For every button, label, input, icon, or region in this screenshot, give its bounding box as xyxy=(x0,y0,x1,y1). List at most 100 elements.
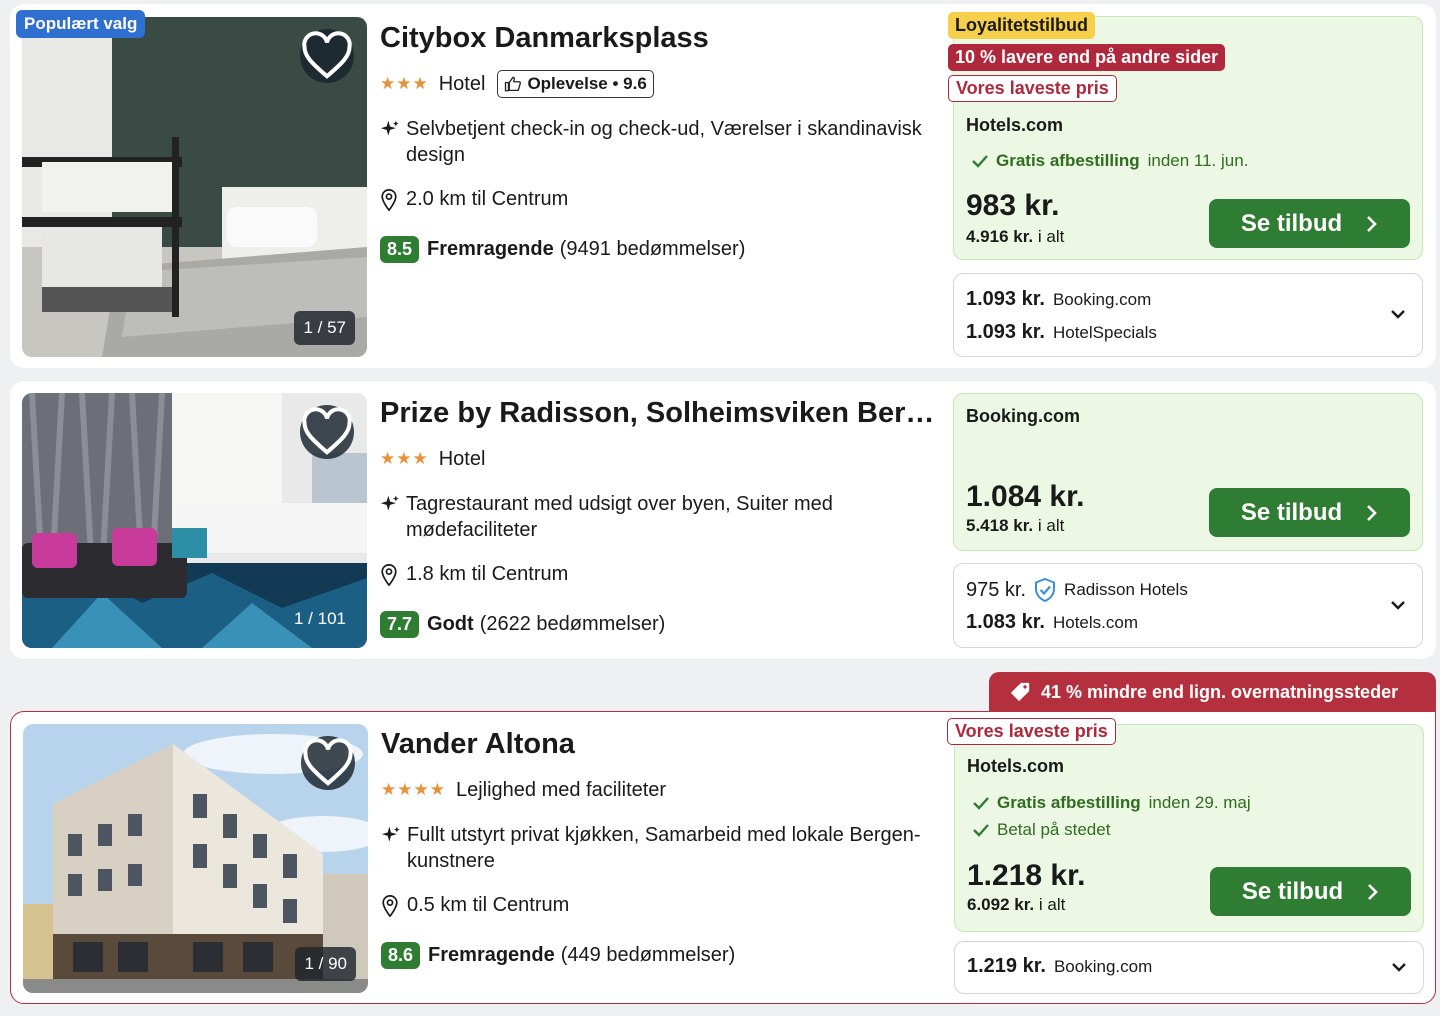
alt-offer-row[interactable]: 1.083 kr. Hotels.com xyxy=(966,611,1138,634)
hotel-photo[interactable]: 1 / 101 xyxy=(22,393,367,648)
offer-price: 983 kr. xyxy=(966,189,1060,222)
hotel-info: Prize by Radisson, Solheimsviken Bergen … xyxy=(380,395,940,638)
property-type: Lejlighed med faciliteter xyxy=(455,778,667,801)
chevron-right-icon xyxy=(1367,215,1378,232)
hotel-card[interactable]: 1 / 101 Prize by Radisson, Solheimsviken… xyxy=(10,381,1436,659)
check-detail-text: inden 11. jun. xyxy=(1147,151,1249,170)
alt-price: 1.093 kr. xyxy=(966,288,1045,310)
chevron-down-icon[interactable] xyxy=(1390,600,1406,610)
alt-offer-row[interactable]: 1.219 kr. Booking.com xyxy=(967,955,1152,978)
hotel-features: Tagrestaurant med udsigt over byen, Suit… xyxy=(406,493,833,541)
hotel-info: Vander Altona ★★★★ Lejlighed med facilit… xyxy=(381,726,941,969)
alt-price: 1.083 kr. xyxy=(966,611,1045,633)
distance-to-center: 2.0 km til Centrum xyxy=(406,188,569,210)
guest-rating[interactable]: 8.5 Fremragende (9491 bedømmelser) xyxy=(380,236,940,263)
check-icon xyxy=(972,155,988,168)
top-offer[interactable]: Hotels.com Gratis afbestilling inden 29.… xyxy=(954,724,1424,932)
top-offer[interactable]: Booking.com 1.084 kr. 5.418 kr. i alt Se… xyxy=(953,393,1423,551)
distance-to-center: 0.5 km til Centrum xyxy=(407,894,570,916)
see-offer-button[interactable]: Se tilbud xyxy=(1209,199,1410,248)
popular-badge: Populært valg xyxy=(16,10,146,38)
alt-offer-row[interactable]: 975 kr. Radisson Hotels xyxy=(966,578,1188,602)
favorite-button[interactable] xyxy=(300,405,354,459)
check-bold-text: Gratis afbestilling xyxy=(997,793,1141,812)
photo-counter: 1 / 101 xyxy=(294,609,346,628)
lowest-price-tag: Vores laveste pris xyxy=(948,75,1117,102)
star-rating: ★★★★ xyxy=(381,780,446,799)
chevron-down-icon[interactable] xyxy=(1390,309,1406,319)
chevron-right-icon xyxy=(1367,504,1378,521)
rating-word: Godt xyxy=(427,613,474,635)
experience-score: Oplevelse • 9.6 xyxy=(527,74,647,93)
pin-icon xyxy=(382,894,398,918)
sparkle-icon xyxy=(381,826,400,842)
see-offer-button[interactable]: Se tilbud xyxy=(1209,488,1410,537)
star-rating: ★★★ xyxy=(380,74,429,93)
price-tag-icon xyxy=(1010,682,1030,702)
rating-word: Fremragende xyxy=(428,944,555,966)
alternative-offers[interactable]: 1.093 kr. Booking.com 1.093 kr. HotelSpeci… xyxy=(953,273,1423,357)
guest-rating[interactable]: 8.6 Fremragende (449 bedømmelser) xyxy=(381,942,941,969)
sparkle-icon xyxy=(380,495,399,511)
loyalty-tag: Loyalitetstilbud xyxy=(948,12,1096,39)
favorite-button[interactable] xyxy=(301,736,355,790)
hotel-features: Fullt utstyrt privat kjøkken, Samarbeid … xyxy=(407,824,921,872)
review-count: (9491 bedømmelser) xyxy=(559,238,746,260)
pin-icon xyxy=(381,563,397,587)
offer-provider: Hotels.com xyxy=(966,115,1064,135)
rating-word: Fremragende xyxy=(427,238,554,260)
hotel-card[interactable]: 1 / 90 Vander Altona ★★★★ Lejlighed med … xyxy=(10,711,1436,1004)
chevron-down-icon[interactable] xyxy=(1391,962,1407,972)
hotel-name[interactable]: Citybox Danmarksplass xyxy=(380,20,940,56)
check-icon xyxy=(973,824,989,837)
distance-to-center: 1.8 km til Centrum xyxy=(406,563,569,585)
thumbs-up-icon xyxy=(505,76,522,92)
check-icon xyxy=(973,797,989,810)
cta-label: Se tilbud xyxy=(1240,209,1343,237)
pay-at-property: Betal på stedet xyxy=(973,820,1110,840)
alt-provider: HotelSpecials xyxy=(1052,323,1157,342)
pin-icon xyxy=(381,188,397,212)
rating-score: 7.7 xyxy=(380,611,420,638)
alt-offer-row[interactable]: 1.093 kr. Booking.com xyxy=(966,288,1151,311)
sparkle-icon xyxy=(380,120,399,136)
hotel-name[interactable]: Prize by Radisson, Solheimsviken Bergen xyxy=(380,395,940,431)
rating-score: 8.6 xyxy=(381,942,421,969)
star-rating: ★★★ xyxy=(380,449,429,468)
photo-counter: 1 / 57 xyxy=(294,311,355,345)
guest-rating[interactable]: 7.7 Godt (2622 bedømmelser) xyxy=(380,611,940,638)
alt-provider: Radisson Hotels xyxy=(1064,580,1188,599)
offer-provider: Hotels.com xyxy=(967,756,1065,776)
offer-provider: Booking.com xyxy=(966,406,1081,426)
alt-price: 975 kr. xyxy=(966,578,1027,601)
offer-total: 6.092 kr. i alt xyxy=(967,895,1066,914)
alt-offer-row[interactable]: 1.093 kr. HotelSpecials xyxy=(966,321,1157,344)
savings-text: 41 % mindre end lign. overnatningssteder xyxy=(1041,681,1399,702)
alt-provider: Booking.com xyxy=(1052,290,1152,309)
alternative-offers[interactable]: 975 kr. Radisson Hotels 1.083 kr. Hotels.… xyxy=(953,563,1423,648)
alt-price: 1.219 kr. xyxy=(967,955,1046,977)
shield-check-icon xyxy=(1035,578,1056,602)
rating-score: 8.5 xyxy=(380,236,420,263)
free-cancellation: Gratis afbestilling inden 11. jun. xyxy=(972,151,1248,171)
cta-label: Se tilbud xyxy=(1240,498,1343,526)
hotel-info: Citybox Danmarksplass ★★★ Hotel Oplevels… xyxy=(380,20,940,263)
check-detail-text: Betal på stedet xyxy=(997,820,1111,839)
favorite-button[interactable] xyxy=(300,29,354,83)
review-count: (2622 bedømmelser) xyxy=(479,613,666,635)
alt-price: 1.093 kr. xyxy=(966,321,1045,343)
heart-icon xyxy=(302,407,352,455)
hotel-name[interactable]: Vander Altona xyxy=(381,726,941,762)
alt-provider: Hotels.com xyxy=(1052,613,1138,632)
chevron-right-icon xyxy=(1368,883,1379,900)
experience-badge: Oplevelse • 9.6 xyxy=(497,70,654,98)
discount-tag: 10 % lavere end på andre sider xyxy=(948,44,1226,71)
alternative-offers[interactable]: 1.219 kr. Booking.com xyxy=(954,941,1424,994)
offer-price: 1.084 kr. xyxy=(966,480,1085,513)
heart-icon xyxy=(303,738,353,786)
see-offer-button[interactable]: Se tilbud xyxy=(1210,867,1411,916)
hotel-photo[interactable]: 1 / 90 xyxy=(23,724,368,993)
hotel-photo[interactable]: 1 / 57 xyxy=(22,17,367,357)
heart-icon xyxy=(302,31,352,79)
savings-banner: 41 % mindre end lign. overnatningssteder xyxy=(989,672,1436,712)
